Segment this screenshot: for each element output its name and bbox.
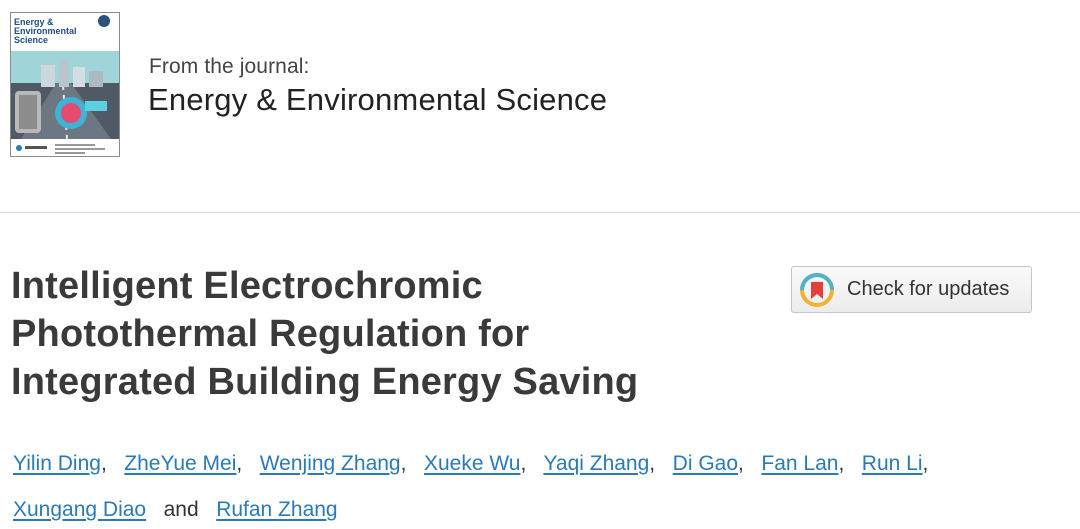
author-separator: , [520, 452, 527, 475]
author-separator: , [400, 452, 407, 475]
author-separator: , [738, 452, 744, 475]
author-link[interactable]: Xungang Diao [13, 498, 146, 521]
author-link[interactable]: ZheYue Mei [124, 452, 236, 475]
author-separator: , [922, 452, 929, 475]
author-link[interactable]: Wenjing Zhang [260, 452, 401, 475]
journal-from-label: From the journal: [149, 55, 310, 78]
article-page: Energy & Environmental Science From the … [0, 0, 1080, 529]
journal-cover-image[interactable]: Energy & Environmental Science [10, 12, 120, 157]
article-title: Intelligent Electrochromic Photothermal … [11, 262, 731, 406]
author-link[interactable]: Rufan Zhang [216, 498, 337, 521]
check-for-updates-button[interactable]: Check for updates [791, 266, 1032, 313]
journal-header: Energy & Environmental Science From the … [0, 0, 1080, 212]
author-link[interactable]: Fan Lan [761, 452, 838, 475]
check-for-updates-label: Check for updates [847, 278, 1010, 300]
article-title-line: Intelligent Electrochromic [11, 265, 483, 307]
article-title-line: Photothermal Regulation for [11, 313, 530, 355]
author-separator: , [100, 452, 107, 475]
author-conjunction: and [163, 498, 199, 521]
author-link[interactable]: Yilin Ding [13, 452, 101, 475]
article-title-line: Integrated Building Energy Saving [11, 361, 639, 403]
cover-title-line-3: Science [14, 35, 48, 45]
author-separator: , [236, 452, 243, 475]
cover-illustration: Energy & Environmental Science [11, 13, 119, 156]
author-link[interactable]: Yaqi Zhang [543, 452, 649, 475]
author-link[interactable]: Xueke Wu [424, 452, 521, 475]
journal-name-link[interactable]: Energy & Environmental Science [148, 82, 607, 118]
author-separator: , [838, 452, 845, 475]
author-link[interactable]: Di Gao [673, 452, 738, 475]
crossmark-icon [800, 272, 834, 307]
author-link[interactable]: Run Li [862, 452, 923, 475]
author-separator: , [649, 452, 656, 475]
author-list: Yilin Ding, ZheYue Mei, Wenjing Zhang, X… [13, 441, 1063, 529]
header-divider [0, 212, 1080, 213]
